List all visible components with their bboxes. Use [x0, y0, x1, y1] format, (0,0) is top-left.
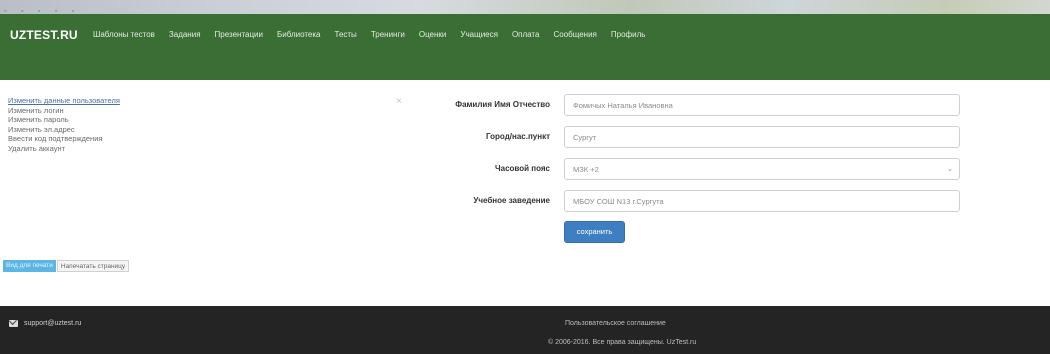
print-page-button[interactable]: Напечатать страницу: [56, 260, 130, 272]
support-email-link[interactable]: support@uztest.ru: [24, 320, 81, 327]
nav-item-library[interactable]: Библиотека: [277, 30, 321, 39]
form-row-city: Город/нас.пункт Сургут: [400, 126, 960, 148]
menu-edit-user-data[interactable]: Изменить данные пользователя: [8, 96, 408, 106]
footer: support@uztest.ru Пользовательское согла…: [0, 306, 1050, 354]
school-label: Учебное заведение: [473, 196, 550, 205]
site-logo[interactable]: UZTEST.RU: [10, 28, 78, 42]
terms-link[interactable]: Пользовательское соглашение: [565, 320, 666, 327]
timezone-select[interactable]: МЗК +2 ⌄: [564, 158, 960, 180]
form-row-fullname: Фамилия Имя Отчество Фомичых Наталья Ива…: [400, 94, 960, 116]
nav-item-profile[interactable]: Профиль: [611, 30, 646, 39]
city-input[interactable]: Сургут: [564, 126, 960, 148]
nav-item-presentations[interactable]: Презентации: [215, 30, 263, 39]
timezone-label: Часовой пояс: [495, 164, 550, 173]
fullname-input[interactable]: Фомичых Наталья Ивановна: [564, 94, 960, 116]
copyright-text: © 2006-2016. Все права защищены. UzTest.…: [548, 339, 697, 346]
top-navigation: UZTEST.RU Шаблоны тестов Задания Презент…: [0, 14, 1050, 80]
nav-item-tests[interactable]: Тесты: [335, 30, 357, 39]
form-row-timezone: Часовой пояс МЗК +2 ⌄: [400, 158, 960, 180]
menu-change-login[interactable]: Изменить логин: [8, 106, 408, 116]
menu-change-password[interactable]: Изменить пароль: [8, 115, 408, 125]
fullname-label: Фамилия Имя Отчество: [455, 100, 550, 109]
nav-item-tasks[interactable]: Задания: [169, 30, 201, 39]
print-view-button[interactable]: Вид для печати: [3, 260, 56, 272]
browser-bookmarks-bar: ◦ ◦ ◦ ◦ ◦: [0, 0, 1050, 14]
print-controls: Вид для печати Напечатать страницу: [3, 260, 130, 272]
profile-side-menu: Изменить данные пользователя Изменить ло…: [8, 96, 408, 154]
mail-icon: [9, 320, 18, 327]
menu-change-email[interactable]: Изменить эл.адрес: [8, 125, 408, 135]
nav-menu: Шаблоны тестов Задания Презентации Библи…: [93, 30, 659, 39]
school-input[interactable]: МБОУ СОШ N13 г.Сургута: [564, 190, 960, 212]
form-row-school: Учебное заведение МБОУ СОШ N13 г.Сургута: [400, 190, 960, 212]
menu-enter-confirmation-code[interactable]: Ввести код подтверждения: [8, 134, 408, 144]
nav-item-grades[interactable]: Оценки: [419, 30, 447, 39]
menu-delete-account[interactable]: Удалить аккаунт: [8, 144, 408, 154]
chevron-down-icon: ⌄: [947, 166, 953, 173]
nav-item-trainings[interactable]: Тренинги: [371, 30, 405, 39]
nav-item-payment[interactable]: Оплата: [512, 30, 540, 39]
save-button[interactable]: сохранить: [564, 221, 625, 243]
city-label: Город/нас.пункт: [486, 132, 550, 141]
timezone-value: МЗК +2: [573, 165, 599, 174]
nav-item-students[interactable]: Учащиеся: [460, 30, 498, 39]
nav-item-messages[interactable]: Сообщения: [553, 30, 596, 39]
nav-item-test-templates[interactable]: Шаблоны тестов: [93, 30, 155, 39]
